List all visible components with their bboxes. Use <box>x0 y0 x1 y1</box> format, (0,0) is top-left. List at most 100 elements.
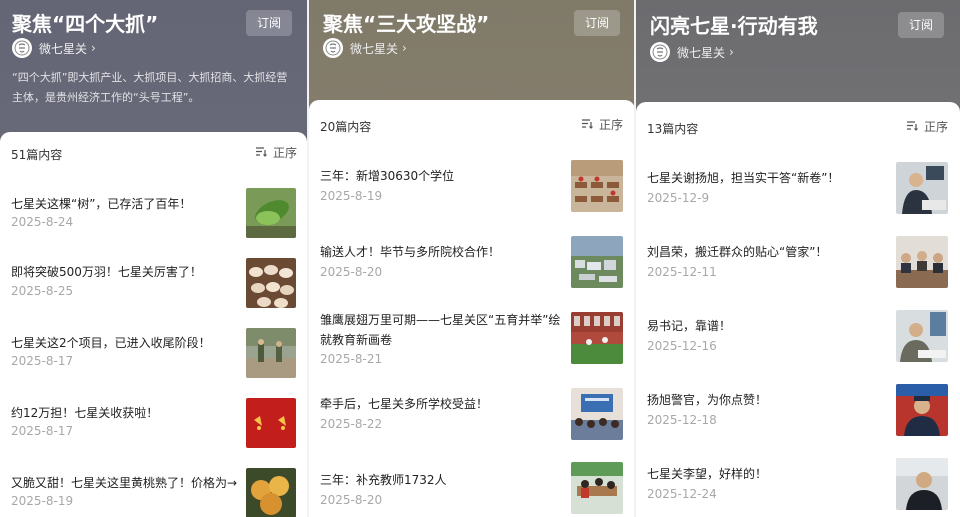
article-title: 扬旭警官，为你点赞！ <box>647 393 768 407</box>
article-date: 2025-8-25 <box>11 284 74 298</box>
author-name: 微七星关 <box>350 41 399 56</box>
article-date: 2025-8-17 <box>11 354 74 368</box>
article-title: 七星关谢扬旭，担当实干答“新卷”！ <box>647 171 840 185</box>
article-title: 输送人才！毕节与多所院校合作！ <box>320 245 501 259</box>
sort-label: 正序 <box>923 120 948 134</box>
article-title: 牵手后，七星关多所学校受益！ <box>320 397 489 411</box>
article-date: 2025-12-16 <box>647 339 717 353</box>
article-date: 2025-8-21 <box>320 352 383 366</box>
man-portrait-thumbnail <box>896 458 948 510</box>
students-thumbnail <box>571 388 623 440</box>
article-item[interactable]: 七星关谢扬旭，担当实干答“新卷”！ 2025-12-9 <box>636 160 960 234</box>
article-date: 2025-8-17 <box>11 424 74 438</box>
subscribe-button[interactable]: 订阅 <box>898 12 944 38</box>
article-date: 2025-12-18 <box>647 413 717 427</box>
article-item[interactable]: 七星关李望，好样的！ 2025-12-24 <box>636 456 960 516</box>
peach-thumbnail <box>246 468 296 517</box>
article-title: 七星关李望，好样的！ <box>647 467 768 481</box>
article-item[interactable]: 输送人才！毕节与多所院校合作！ 2025-8-20 <box>309 234 635 310</box>
topic-title: 聚焦“四个大抓” <box>12 12 159 36</box>
article-item[interactable]: 刘昌荣，搬迁群众的贴心“管家”！ 2025-12-11 <box>636 234 960 308</box>
classroom-thumbnail <box>571 160 623 212</box>
officer-desk-thumbnail <box>896 162 948 214</box>
sort-label: 正序 <box>272 146 297 160</box>
list-header: 13篇内容 正序 <box>636 102 960 148</box>
article-date: 2025-8-19 <box>11 494 74 508</box>
sort-toggle[interactable]: 正序 <box>906 118 948 135</box>
article-title: 易书记，靠谱！ <box>647 319 732 333</box>
topic-panel-three-battles: 聚焦“三大攻坚战” 订阅 微七星关 › 20篇内容 正序 三年：新增30630个… <box>309 0 635 517</box>
topic-panel-four-major: 聚焦“四个大抓” 订阅 微七星关 › “四个大抓”即大抓产业、大抓项目、大抓招商… <box>0 0 307 517</box>
list-header: 20篇内容 正序 <box>309 100 635 146</box>
article-date: 2025-12-11 <box>647 265 717 279</box>
article-title: 七星关这2个项目，已进入收尾阶段！ <box>11 336 211 350</box>
article-title: 三年：新增30630个学位 <box>320 169 455 183</box>
sort-icon <box>906 120 918 134</box>
sort-icon <box>255 146 267 160</box>
leaf-thumbnail <box>246 188 296 238</box>
article-item[interactable]: 雏鹰展翅万里可期——七星关区“五育并举”绘就教育新画卷 2025-8-21 <box>309 310 635 386</box>
article-date: 2025-12-24 <box>647 487 717 501</box>
article-title: 约12万担！七星关收获啦！ <box>11 406 159 420</box>
article-date: 2025-8-20 <box>320 493 383 507</box>
red-banner-thumbnail <box>246 398 296 448</box>
article-item[interactable]: 即将突破500万羽！七星关厉害了！ 2025-8-25 <box>0 254 307 324</box>
article-item[interactable]: 七星关这2个项目，已进入收尾阶段！ 2025-8-17 <box>0 324 307 394</box>
article-item[interactable]: 三年：新增30630个学位 2025-8-19 <box>309 158 635 234</box>
article-item[interactable]: 又脆又甜！七星关这里黄桃熟了！价格为→ 2025-8-19 <box>0 464 307 517</box>
article-title: 刘昌荣，搬迁群众的贴心“管家”！ <box>647 245 828 259</box>
article-item[interactable]: 三年：补充教师1732人 2025-8-20 <box>309 462 635 517</box>
police-thumbnail <box>896 384 948 436</box>
author-avatar-icon <box>12 38 32 58</box>
workers-thumbnail <box>246 328 296 378</box>
article-item[interactable]: 扬旭警官，为你点赞！ 2025-12-18 <box>636 382 960 456</box>
sort-toggle[interactable]: 正序 <box>255 144 297 161</box>
author-avatar-icon <box>650 42 670 62</box>
article-date: 2025-8-22 <box>320 417 383 431</box>
article-title: 即将突破500万羽！七星关厉害了！ <box>11 265 202 279</box>
author-name: 微七星关 <box>39 41 88 56</box>
article-list-card: 20篇内容 正序 三年：新增30630个学位 2025-8-19 输送人才！毕节… <box>309 100 635 517</box>
article-count: 13篇内容 <box>647 122 699 136</box>
chevron-right-icon: › <box>402 41 407 55</box>
chevron-right-icon: › <box>729 45 734 59</box>
article-date: 2025-8-19 <box>320 189 383 203</box>
subscribe-button[interactable]: 订阅 <box>246 10 292 36</box>
topic-description: “四个大抓”即大抓产业、大抓项目、大抓招商、大抓经营主体，是贵州经济工作的“头号… <box>12 71 288 104</box>
topic-title: 聚焦“三大攻坚战” <box>323 12 490 36</box>
topic-panel-shining-stars: 闪亮七星·行动有我 订阅 微七星关 › 13篇内容 正序 七星关谢扬旭，担当实干… <box>636 0 960 517</box>
chevron-right-icon: › <box>91 41 96 55</box>
article-date: 2025-12-9 <box>647 191 710 205</box>
article-title: 雏鹰展翅万里可期——七星关区“五育并举”绘就教育新画卷 <box>320 313 561 347</box>
article-list-card: 51篇内容 正序 七星关这棵“树”，已存活了百年！ 2025-8-24 即将突破… <box>0 132 307 517</box>
sort-icon <box>581 118 593 132</box>
author-avatar-icon <box>323 38 343 58</box>
sort-toggle[interactable]: 正序 <box>581 116 623 133</box>
author-name: 微七星关 <box>677 45 726 60</box>
article-count: 51篇内容 <box>11 148 63 162</box>
office-worker-thumbnail <box>896 310 948 362</box>
article-date: 2025-8-24 <box>11 215 74 229</box>
article-item[interactable]: 牵手后，七星关多所学校受益！ 2025-8-22 <box>309 386 635 462</box>
subscribe-button[interactable]: 订阅 <box>574 10 620 36</box>
author-link[interactable]: 微七星关 › <box>323 38 407 58</box>
sort-label: 正序 <box>598 118 623 132</box>
eggs-thumbnail <box>246 258 296 308</box>
article-title: 七星关这棵“树”，已存活了百年！ <box>11 197 192 211</box>
teachers-thumbnail <box>571 462 623 514</box>
article-list-card: 13篇内容 正序 七星关谢扬旭，担当实干答“新卷”！ 2025-12-9 刘昌荣… <box>636 102 960 517</box>
meeting-thumbnail <box>896 236 948 288</box>
sports-field-thumbnail <box>571 312 623 364</box>
topic-title: 闪亮七星·行动有我 <box>650 14 818 38</box>
campus-aerial-thumbnail <box>571 236 623 288</box>
author-link[interactable]: 微七星关 › <box>650 42 734 62</box>
article-item[interactable]: 七星关这棵“树”，已存活了百年！ 2025-8-24 <box>0 184 307 254</box>
article-date: 2025-8-20 <box>320 265 383 279</box>
article-item[interactable]: 易书记，靠谱！ 2025-12-16 <box>636 308 960 382</box>
article-title: 又脆又甜！七星关这里黄桃熟了！价格为→ <box>11 476 238 490</box>
author-link[interactable]: 微七星关 › <box>12 38 96 58</box>
article-title: 三年：补充教师1732人 <box>320 473 447 487</box>
article-item[interactable]: 约12万担！七星关收获啦！ 2025-8-17 <box>0 394 307 464</box>
article-count: 20篇内容 <box>320 120 372 134</box>
list-header: 51篇内容 正序 <box>0 132 307 178</box>
